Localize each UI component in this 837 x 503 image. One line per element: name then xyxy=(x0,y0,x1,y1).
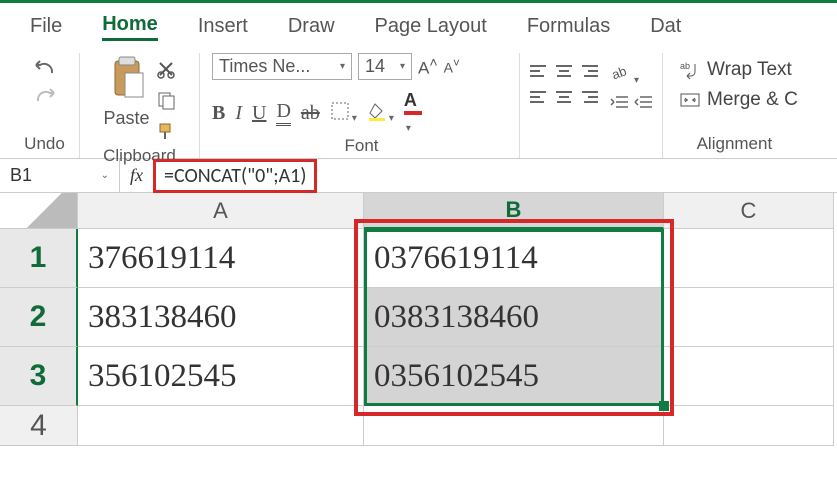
decrease-font-icon[interactable]: A˅ xyxy=(444,57,460,76)
ribbon-tabs: File Home Insert Draw Page Layout Formul… xyxy=(0,3,837,47)
italic-button[interactable]: I xyxy=(235,102,242,125)
align-top-right-icon[interactable] xyxy=(580,63,602,85)
decrease-indent-icon[interactable] xyxy=(610,94,630,117)
row-header-1[interactable]: 1 xyxy=(0,229,78,288)
tab-insert[interactable]: Insert xyxy=(198,13,248,40)
format-painter-icon[interactable] xyxy=(156,121,176,146)
cell-a2[interactable]: 383138460 xyxy=(78,288,364,347)
align-top-center-icon[interactable] xyxy=(554,63,576,85)
underline-button[interactable]: U xyxy=(252,102,266,125)
cut-icon[interactable] xyxy=(156,59,176,84)
wrap-text-button[interactable]: ab Wrap Text xyxy=(679,59,798,81)
strikethrough-button[interactable]: ab xyxy=(301,102,320,125)
cell-b4[interactable] xyxy=(364,406,664,446)
cell-a3[interactable]: 356102545 xyxy=(78,347,364,406)
paste-icon[interactable] xyxy=(107,55,147,106)
cell-b3[interactable]: 0356102545 xyxy=(364,347,664,406)
row-header-3[interactable]: 3 xyxy=(0,347,78,406)
font-name-select[interactable]: Times Ne...▾ xyxy=(212,53,352,80)
double-underline-button[interactable]: D xyxy=(276,100,290,126)
svg-text:ab: ab xyxy=(610,63,628,82)
font-size-select[interactable]: 14▾ xyxy=(358,53,412,80)
redo-icon[interactable] xyxy=(32,87,58,107)
fill-color-button[interactable]: ▾ xyxy=(367,101,394,126)
copy-icon[interactable] xyxy=(156,90,176,115)
undo-icon[interactable] xyxy=(32,59,58,79)
align-left-icon[interactable] xyxy=(528,89,550,111)
font-color-button[interactable]: A▾ xyxy=(404,90,422,136)
tab-formulas[interactable]: Formulas xyxy=(527,13,610,40)
name-box[interactable]: B1⌄ xyxy=(0,159,120,192)
row-header-2[interactable]: 2 xyxy=(0,288,78,347)
select-all-corner[interactable] xyxy=(0,193,78,229)
formula-bar: B1⌄ fx =CONCAT("0";A1) xyxy=(0,159,837,193)
font-group-label: Font xyxy=(344,136,378,160)
svg-text:ab: ab xyxy=(680,61,690,71)
fill-handle[interactable] xyxy=(659,401,669,411)
ribbon: Undo Paste Clipboard Times Ne...▾ 14▾ A˄… xyxy=(0,47,837,159)
merge-center-button[interactable]: Merge & C xyxy=(679,89,798,111)
tab-page-layout[interactable]: Page Layout xyxy=(375,13,487,40)
align-center-icon[interactable] xyxy=(554,89,576,111)
align-right-icon[interactable] xyxy=(580,89,602,111)
orientation-icon[interactable]: ab▾ xyxy=(610,63,654,88)
increase-indent-icon[interactable] xyxy=(634,94,654,117)
col-header-a[interactable]: A xyxy=(78,193,364,229)
row-header-4[interactable]: 4 xyxy=(0,406,78,446)
alignment-group-label: Alignment xyxy=(697,134,773,158)
borders-button[interactable]: ▾ xyxy=(330,101,357,126)
tab-draw[interactable]: Draw xyxy=(288,13,335,40)
bold-button[interactable]: B xyxy=(212,102,225,125)
cell-c2[interactable] xyxy=(664,288,834,347)
cell-a4[interactable] xyxy=(78,406,364,446)
fx-icon[interactable]: fx xyxy=(120,165,153,186)
spreadsheet-grid[interactable]: A B C 1 376619114 0376619114 2 383138460… xyxy=(0,193,837,446)
cell-a1[interactable]: 376619114 xyxy=(78,229,364,288)
col-header-c[interactable]: C xyxy=(664,193,834,229)
cell-c3[interactable] xyxy=(664,347,834,406)
cell-b2[interactable]: 0383138460 xyxy=(364,288,664,347)
cell-c4[interactable] xyxy=(664,406,834,446)
paste-label: Paste xyxy=(103,108,149,129)
align-top-left-icon[interactable] xyxy=(528,63,550,85)
increase-font-icon[interactable]: A˄ xyxy=(418,55,438,79)
cell-b1[interactable]: 0376619114 xyxy=(364,229,664,288)
tab-data[interactable]: Dat xyxy=(650,13,681,40)
tab-home[interactable]: Home xyxy=(102,11,158,41)
tab-file[interactable]: File xyxy=(30,13,62,40)
formula-input[interactable]: =CONCAT("0";A1) xyxy=(153,159,317,193)
col-header-b[interactable]: B xyxy=(364,193,664,229)
cell-c1[interactable] xyxy=(664,229,834,288)
undo-group-label: Undo xyxy=(24,134,65,158)
